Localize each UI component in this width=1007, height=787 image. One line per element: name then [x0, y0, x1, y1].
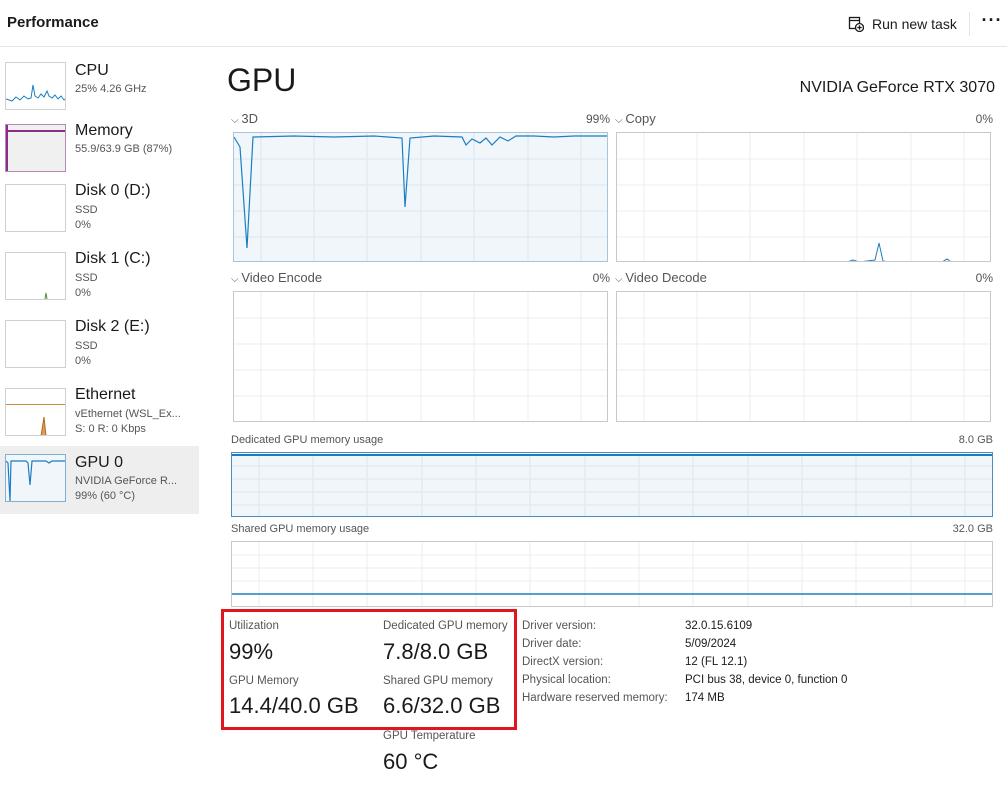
- header-divider: [969, 12, 970, 36]
- driver-version-value: 32.0.15.6109: [685, 620, 753, 632]
- sidebar-memory-detail: 55.9/63.9 GB (87%): [75, 143, 173, 155]
- hardware-reserved-memory-value: 174 MB: [685, 692, 725, 704]
- run-new-task-label: Run new task: [872, 16, 957, 32]
- sidebar-disk-2-type: SSD: [75, 340, 98, 352]
- sidebar-disk-2-name: Disk 2 (E:): [75, 318, 150, 335]
- chevron-down-icon: ⌵: [615, 115, 626, 126]
- gpu-temperature-label: GPU Temperature: [383, 730, 476, 742]
- physical-location-key: Physical location:: [522, 674, 611, 686]
- sidebar-item-disk-2[interactable]: Disk 2 (E:) SSD 0%: [0, 312, 199, 378]
- run-task-icon: [848, 16, 864, 32]
- disk-2-thumbnail-graph: [5, 320, 66, 368]
- gpu-0-thumbnail-graph: [5, 454, 66, 502]
- engine-video-encode-percent: 0%: [592, 271, 610, 285]
- shared-memory-max: 32.0 GB: [952, 523, 993, 535]
- directx-version-value: 12 (FL 12.1): [685, 656, 748, 668]
- driver-date-key: Driver date:: [522, 638, 582, 650]
- chevron-down-icon: ⌵: [231, 274, 242, 285]
- directx-version-key: DirectX version:: [522, 656, 604, 668]
- highlight-box: [221, 609, 517, 730]
- driver-date-value: 5/09/2024: [685, 638, 737, 650]
- more-options-button[interactable]: ···: [980, 11, 1004, 36]
- sidebar-disk-1-name: Disk 1 (C:): [75, 250, 151, 267]
- chevron-down-icon: ⌵: [231, 115, 242, 126]
- sidebar-disk-1-type: SSD: [75, 272, 98, 284]
- sidebar-disk-0-type: SSD: [75, 204, 98, 216]
- sidebar-item-disk-0[interactable]: Disk 0 (D:) SSD 0%: [0, 176, 199, 242]
- shared-memory-graph: [231, 541, 993, 607]
- gpu-temperature-value: 60 °C: [383, 749, 439, 774]
- engine-video-encode-selector[interactable]: ⌵ Video Encode: [231, 270, 322, 285]
- sidebar-ethernet-adapter: vEthernet (WSL_Ex...: [75, 408, 181, 420]
- sidebar-ethernet-name: Ethernet: [75, 386, 136, 403]
- sidebar-disk-0-usage: 0%: [75, 219, 91, 231]
- sidebar-disk-2-usage: 0%: [75, 355, 91, 367]
- engine-video-decode-selector[interactable]: ⌵ Video Decode: [615, 270, 707, 285]
- dedicated-memory-usage-label: Dedicated GPU memory usage: [231, 434, 384, 446]
- sidebar-cpu-name: CPU: [75, 62, 109, 79]
- gpu-model-name: NVIDIA GeForce RTX 3070: [799, 79, 995, 96]
- engine-copy-selector[interactable]: ⌵ Copy: [615, 111, 656, 126]
- sidebar-disk-1-usage: 0%: [75, 287, 91, 299]
- engine-video-decode-percent: 0%: [975, 271, 993, 285]
- ethernet-thumbnail-graph: [5, 388, 66, 436]
- engine-3d-selector[interactable]: ⌵ 3D: [231, 111, 258, 126]
- sidebar-item-memory[interactable]: Memory 55.9/63.9 GB (87%): [0, 116, 199, 182]
- engine-video-decode-graph: [616, 291, 991, 422]
- engine-video-encode-label: Video Encode: [241, 270, 323, 285]
- hardware-reserved-memory-key: Hardware reserved memory:: [522, 692, 668, 704]
- engine-copy-label: Copy: [625, 111, 656, 126]
- engine-3d-percent: 99%: [585, 112, 610, 126]
- physical-location-value: PCI bus 38, device 0, function 0: [685, 674, 848, 686]
- engine-3d-label: 3D: [241, 111, 258, 126]
- page-title: Performance: [7, 14, 99, 31]
- sidebar-memory-name: Memory: [75, 122, 133, 139]
- disk-1-thumbnail-graph: [5, 252, 66, 300]
- dedicated-memory-graph: [231, 452, 993, 517]
- engine-copy-percent: 0%: [975, 112, 993, 126]
- driver-version-key: Driver version:: [522, 620, 597, 632]
- sidebar-item-disk-1[interactable]: Disk 1 (C:) SSD 0%: [0, 244, 199, 310]
- memory-thumbnail-graph: [5, 124, 66, 172]
- sidebar-gpu-0-model: NVIDIA GeForce R...: [75, 475, 178, 487]
- run-new-task-button[interactable]: Run new task: [848, 10, 957, 38]
- sidebar-gpu-0-usage: 99% (60 °C): [75, 490, 136, 502]
- shared-memory-usage-label: Shared GPU memory usage: [231, 523, 370, 535]
- engine-video-encode-graph: [233, 291, 608, 422]
- engine-video-decode-label: Video Decode: [625, 270, 707, 285]
- dedicated-memory-max: 8.0 GB: [958, 434, 993, 446]
- sidebar-gpu-0-name: GPU 0: [75, 454, 124, 471]
- gpu-heading: GPU: [227, 62, 297, 98]
- engine-copy-graph: [616, 132, 991, 262]
- engine-3d-graph: [233, 132, 608, 262]
- cpu-thumbnail-graph: [5, 62, 66, 110]
- sidebar-cpu-detail: 25% 4.26 GHz: [75, 83, 147, 95]
- sidebar-item-gpu-0[interactable]: GPU 0 NVIDIA GeForce R... 99% (60 °C): [0, 446, 199, 514]
- sidebar-disk-0-name: Disk 0 (D:): [75, 182, 151, 199]
- sidebar-item-ethernet[interactable]: Ethernet vEthernet (WSL_Ex... S: 0 R: 0 …: [0, 380, 199, 446]
- sidebar-item-cpu[interactable]: CPU 25% 4.26 GHz: [0, 56, 199, 122]
- sidebar-ethernet-throughput: S: 0 R: 0 Kbps: [75, 423, 146, 435]
- chevron-down-icon: ⌵: [615, 274, 626, 285]
- title-bar: Performance Run new task ···: [0, 0, 1007, 47]
- disk-0-thumbnail-graph: [5, 184, 66, 232]
